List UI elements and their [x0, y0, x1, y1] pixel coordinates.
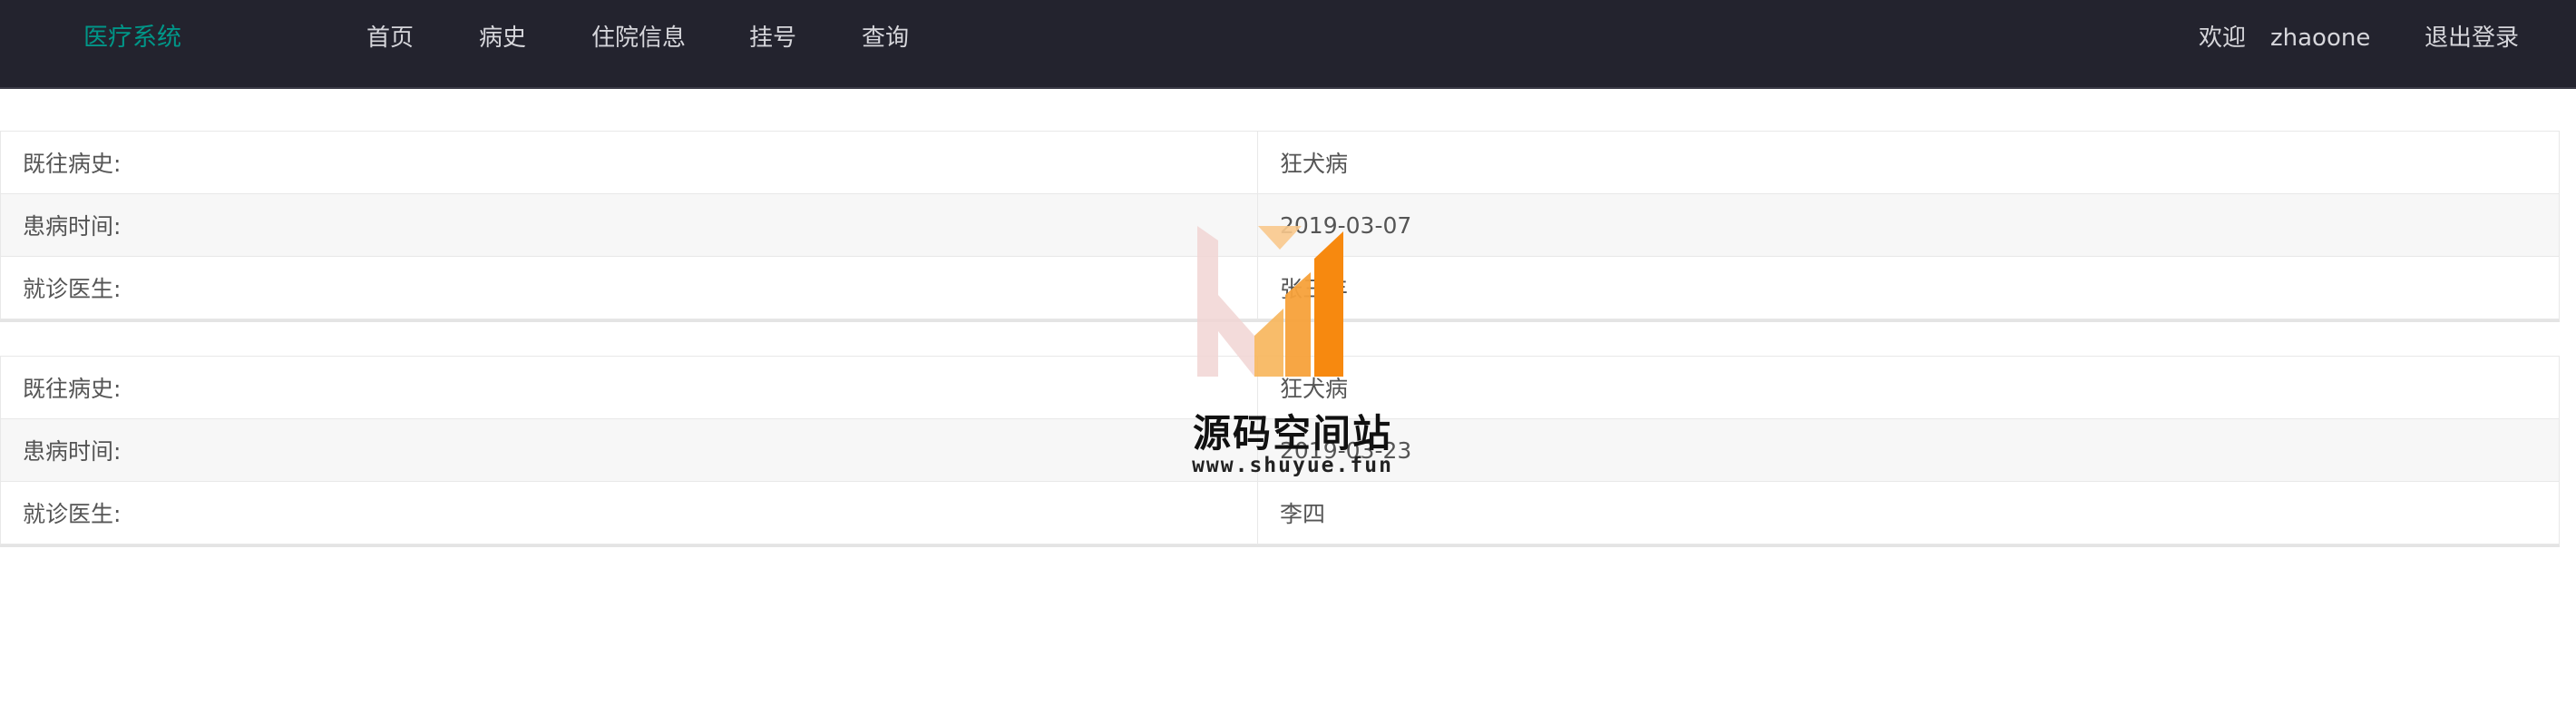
logout-link[interactable]: 退出登录: [2425, 20, 2519, 56]
welcome-text: 欢迎: [2199, 25, 2247, 52]
brand-logo-text[interactable]: 医疗系统: [83, 20, 181, 56]
watermark-title: 源码空间站: [1192, 411, 1392, 456]
label-illness-date: 患病时间:: [0, 418, 1258, 482]
table-row: 就诊医生: 李四: [0, 481, 2560, 544]
value-illness-date: 2019-03-07: [1257, 193, 2560, 257]
nav-home[interactable]: 首页: [366, 20, 414, 56]
top-navbar: 医疗系统 首页 病史 住院信息 挂号 查询 欢迎 zhaoone 退出登录: [0, 0, 2576, 89]
label-past-illness: 既往病史:: [0, 131, 1258, 194]
username-link[interactable]: zhaoone: [2270, 20, 2370, 56]
table-row: 既往病史: 狂犬病: [0, 131, 2560, 194]
value-illness-date: 2019-03-23: [1257, 418, 2560, 482]
label-past-illness: 既往病史:: [0, 356, 1258, 419]
value-doctor: 李四: [1257, 481, 2560, 544]
watermark-url: www.shuyue.fun: [1192, 454, 1393, 477]
nav-query[interactable]: 查询: [862, 20, 909, 56]
nav-registration[interactable]: 挂号: [749, 20, 796, 56]
value-doctor: 张三丰: [1257, 256, 2560, 319]
label-illness-date: 患病时间:: [0, 193, 1258, 257]
label-doctor: 就诊医生:: [0, 481, 1258, 544]
value-past-illness: 狂犬病: [1257, 356, 2560, 419]
value-past-illness: 狂犬病: [1257, 131, 2560, 194]
label-doctor: 就诊医生:: [0, 256, 1258, 319]
nav-medical-history[interactable]: 病史: [479, 20, 526, 56]
nav-hospitalization[interactable]: 住院信息: [591, 20, 686, 56]
